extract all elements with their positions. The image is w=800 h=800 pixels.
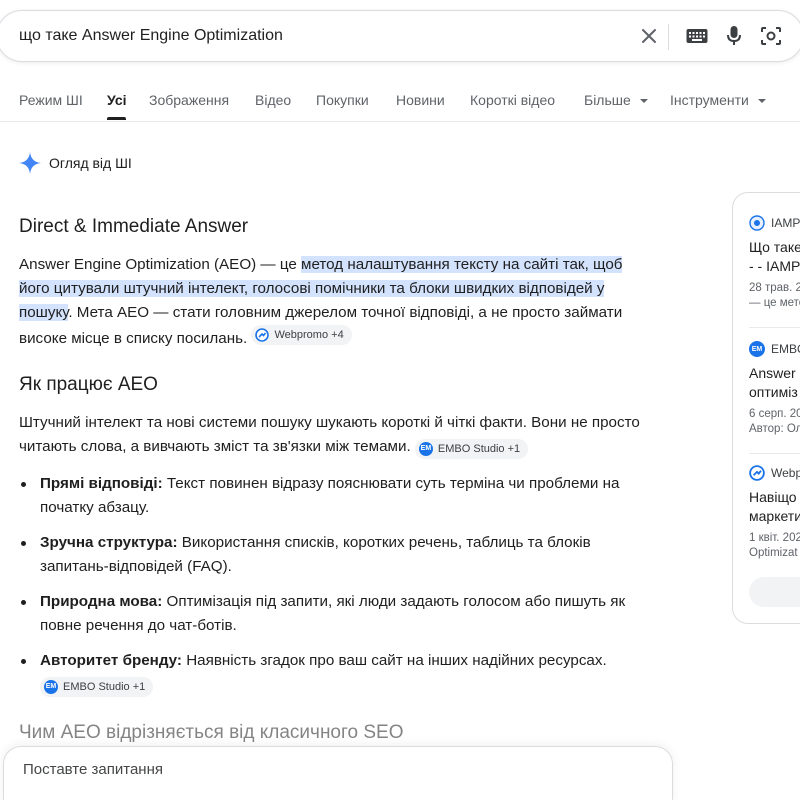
answer-heading: Direct & Immediate Answer bbox=[19, 216, 249, 237]
list-item: Природна мова: Оптимізація під запити, я… bbox=[19, 590, 659, 638]
list-item: Зручна структура: Використання списків, … bbox=[19, 531, 659, 579]
aeo-features-list: Прямі відповіді: Текст повинен відразу п… bbox=[19, 472, 659, 697]
source-title-line: Answer bbox=[749, 365, 796, 381]
source-chip-label: EMBO Studio +1 bbox=[63, 681, 146, 693]
show-all-sources-button[interactable] bbox=[749, 577, 800, 607]
voice-search-button[interactable] bbox=[722, 24, 746, 48]
chevron-down-icon bbox=[639, 99, 648, 104]
ask-followup-input[interactable] bbox=[23, 761, 623, 778]
source-site: EM EMBO bbox=[749, 341, 800, 357]
list-item: Прямі відповіді: Текст повинен відразу п… bbox=[19, 472, 659, 520]
sources-panel: IAMP Що таке - - IAMP 28 трав. 2 — це мето… bbox=[732, 192, 800, 624]
source-site-name: IAMP bbox=[771, 216, 800, 230]
active-tab-indicator bbox=[107, 117, 126, 120]
source-title: Answer оптиміз bbox=[749, 364, 800, 402]
source-chip-embo[interactable]: EM EMBO Studio +1 bbox=[414, 439, 529, 459]
search-input[interactable] bbox=[19, 11, 619, 61]
source-card-embo[interactable]: EM EMBO Answer оптиміз 6 серп. 20 Автор: О… bbox=[749, 341, 800, 437]
source-site-name: EMBO bbox=[771, 342, 800, 356]
embo-logo-icon: EM bbox=[418, 442, 433, 456]
source-snippet: Optimizat bbox=[749, 547, 798, 559]
list-item-term: Природна мова: bbox=[40, 593, 163, 610]
source-date: 1 квіт. 202 bbox=[749, 532, 800, 544]
answer-text-start: Answer Engine Optimization (AEO) — це bbox=[19, 256, 302, 273]
source-site: IAMP bbox=[749, 215, 800, 231]
how-aeo-works-text: Штучний інтелект та нові системи пошуку … bbox=[19, 414, 640, 455]
source-site: Webp bbox=[749, 465, 800, 481]
webpromo-logo-icon bbox=[255, 328, 270, 342]
search-divider bbox=[668, 24, 669, 50]
source-title-line: - - IAMP bbox=[749, 258, 800, 274]
source-meta: 1 квіт. 202 Optimizat bbox=[749, 531, 800, 561]
source-card-iamp[interactable]: IAMP Що таке - - IAMP 28 трав. 2 — це мето bbox=[749, 215, 800, 311]
clear-search-button[interactable] bbox=[637, 24, 661, 48]
keyboard-icon bbox=[686, 29, 708, 43]
embo-logo-icon: EM bbox=[44, 680, 58, 694]
list-item-term: Зручна структура: bbox=[40, 534, 178, 551]
tab-videos[interactable]: Відео bbox=[255, 92, 291, 108]
keyboard-button[interactable] bbox=[685, 24, 709, 48]
chevron-down-icon bbox=[757, 99, 766, 104]
source-title-line: маркети bbox=[749, 508, 800, 524]
embo-logo-icon: EM bbox=[749, 341, 765, 357]
tab-news[interactable]: Новини bbox=[396, 92, 445, 108]
source-date: 6 серп. 20 bbox=[749, 408, 800, 420]
microphone-icon bbox=[727, 26, 741, 45]
source-title: Навіщо маркети bbox=[749, 488, 800, 526]
list-item-text: Наявність згадок про ваш сайт на інших н… bbox=[181, 652, 607, 669]
tab-more[interactable]: Більше bbox=[584, 92, 648, 108]
ask-followup-box bbox=[3, 746, 673, 800]
list-item-term: Прямі відповіді: bbox=[40, 475, 163, 492]
source-chip-embo-2[interactable]: EM EMBO Studio +1 bbox=[40, 677, 154, 697]
close-icon bbox=[642, 29, 656, 43]
source-meta: 6 серп. 20 Автор: Ол bbox=[749, 407, 800, 437]
tab-short-videos[interactable]: Короткі відео bbox=[470, 92, 555, 108]
lens-search-button[interactable] bbox=[759, 24, 783, 48]
list-item: Авторитет бренду: Наявність згадок про в… bbox=[19, 649, 659, 697]
source-title-line: оптиміз bbox=[749, 384, 798, 400]
search-bar bbox=[0, 10, 800, 62]
source-divider bbox=[749, 327, 800, 328]
source-snippet: Автор: Ол bbox=[749, 423, 800, 435]
webpromo-logo-icon bbox=[749, 465, 765, 481]
tab-ai-mode[interactable]: Режим ШІ bbox=[19, 92, 83, 108]
answer-paragraph: Answer Engine Optimization (AEO) — це ме… bbox=[19, 253, 651, 351]
ai-overview-header: Огляд від ШІ bbox=[19, 152, 132, 174]
how-aeo-works-heading: Як працює AEO bbox=[19, 374, 158, 395]
gemini-sparkle-icon bbox=[19, 152, 41, 174]
aeo-vs-seo-heading: Чим AEO відрізняється від класичного SEO bbox=[19, 722, 404, 743]
source-snippet: — це мето bbox=[749, 297, 800, 309]
tab-tools-label: Інструменти bbox=[670, 92, 749, 108]
source-chip-label: Webpromo +4 bbox=[274, 329, 344, 341]
tab-tools[interactable]: Інструменти bbox=[670, 92, 766, 108]
ai-overview-title: Огляд від ШІ bbox=[49, 155, 132, 171]
source-chip-label: EMBO Studio +1 bbox=[437, 443, 521, 455]
source-title-line: Навіщо bbox=[749, 489, 797, 505]
source-meta: 28 трав. 2 — це мето bbox=[749, 281, 800, 311]
tab-more-label: Більше bbox=[584, 92, 631, 108]
tab-shopping[interactable]: Покупки bbox=[316, 92, 369, 108]
how-aeo-works-paragraph: Штучний інтелект та нові системи пошуку … bbox=[19, 411, 651, 459]
list-item-term: Авторитет бренду: bbox=[40, 652, 182, 669]
iamp-logo-icon bbox=[749, 215, 765, 231]
source-card-webpromo[interactable]: Webp Навіщо маркети 1 квіт. 202 Optimizat bbox=[749, 465, 800, 561]
source-chip-webpromo[interactable]: Webpromo +4 bbox=[251, 325, 352, 345]
source-title-line: Що таке bbox=[749, 239, 800, 255]
source-site-name: Webp bbox=[771, 466, 800, 480]
camera-lens-icon bbox=[761, 27, 781, 45]
source-date: 28 трав. 2 bbox=[749, 282, 800, 294]
tab-all[interactable]: Усі bbox=[107, 92, 127, 108]
source-title: Що таке - - IAMP bbox=[749, 238, 800, 276]
tab-images[interactable]: Зображення bbox=[149, 92, 229, 108]
source-divider bbox=[749, 453, 800, 454]
search-tabs: Режим ШІ Усі Зображення Відео Покупки Но… bbox=[0, 76, 800, 122]
